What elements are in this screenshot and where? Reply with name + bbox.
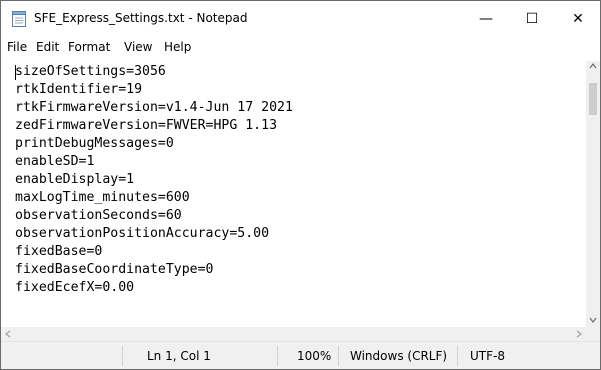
cursor-position: Ln 1, Col 1	[147, 349, 211, 363]
scroll-left-arrow-icon[interactable]	[5, 330, 11, 340]
minimize-button[interactable]: —	[463, 1, 509, 37]
menu-format[interactable]: Format	[68, 40, 110, 54]
status-divider	[338, 346, 339, 366]
text-line: observationSeconds=60	[15, 208, 182, 223]
minimize-icon: —	[479, 11, 493, 27]
scroll-up-arrow-icon[interactable]	[589, 63, 597, 71]
text-line: fixedBase=0	[15, 244, 103, 259]
menu-bar: File Edit Format View Help	[1, 37, 600, 57]
text-line: maxLogTime_minutes=600	[15, 190, 190, 205]
text-line: sizeOfSettings=3056	[15, 64, 166, 79]
close-button[interactable]: ✕	[555, 1, 600, 37]
maximize-button[interactable]: ☐	[509, 1, 555, 37]
notepad-window: SFE_Express_Settings.txt - Notepad — ☐ ✕…	[0, 0, 601, 370]
text-caret	[15, 65, 16, 80]
encoding: UTF-8	[470, 349, 505, 363]
text-line: rtkFirmwareVersion=v1.4-Jun 17 2021	[15, 100, 293, 115]
close-icon: ✕	[572, 11, 584, 27]
scroll-down-arrow-icon[interactable]	[589, 317, 597, 325]
status-divider	[122, 346, 123, 366]
scrollbar-corner	[586, 327, 600, 341]
scroll-right-arrow-icon[interactable]	[576, 330, 582, 340]
horizontal-scrollbar[interactable]	[1, 327, 586, 341]
text-line: rtkIdentifier=19	[15, 82, 143, 97]
menu-view[interactable]: View	[124, 40, 152, 54]
text-line: enableSD=1	[15, 154, 95, 169]
text-line: fixedBaseCoordinateType=0	[15, 262, 214, 277]
text-editor[interactable]: sizeOfSettings=3056 rtkIdentifier=19 rtk…	[1, 61, 586, 327]
vertical-scroll-thumb[interactable]	[589, 83, 597, 115]
menu-help[interactable]: Help	[164, 40, 191, 54]
status-divider	[277, 346, 278, 366]
title-bar[interactable]: SFE_Express_Settings.txt - Notepad — ☐ ✕	[1, 1, 600, 37]
text-line: printDebugMessages=0	[15, 136, 174, 151]
window-title: SFE_Express_Settings.txt - Notepad	[34, 11, 248, 25]
line-ending: Windows (CRLF)	[350, 349, 448, 363]
maximize-icon: ☐	[525, 11, 539, 27]
text-line: observationPositionAccuracy=5.00	[15, 226, 270, 241]
menu-edit[interactable]: Edit	[36, 40, 59, 54]
vertical-scrollbar[interactable]	[586, 61, 600, 327]
menu-file[interactable]: File	[7, 40, 27, 54]
text-line: enableDisplay=1	[15, 172, 135, 187]
status-bar: Ln 1, Col 1 100% Windows (CRLF) UTF-8	[1, 341, 600, 369]
zoom-level: 100%	[297, 349, 332, 363]
text-line: zedFirmwareVersion=FWVER=HPG 1.13	[15, 118, 278, 133]
notepad-icon	[12, 11, 26, 27]
status-divider	[457, 346, 458, 366]
text-line: fixedEcefX=0.00	[15, 280, 135, 295]
